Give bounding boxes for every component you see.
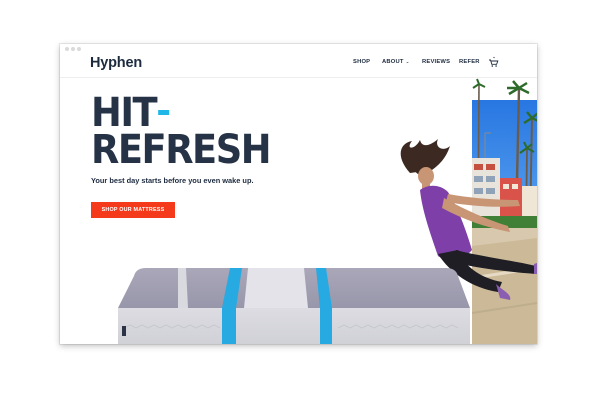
site-header: Hyphen SHOP ABOUT ⌄ REVIEWS REFER	[60, 53, 537, 78]
window-minimize-dot[interactable]	[71, 47, 75, 51]
nav-shop-link[interactable]: SHOP	[353, 59, 370, 65]
mattress-image	[118, 268, 470, 344]
window-close-dot[interactable]	[65, 47, 69, 51]
hero-headline: HIT REFRESH	[91, 93, 272, 173]
accent-dash	[158, 109, 170, 115]
nav-about-label: ABOUT	[382, 59, 404, 65]
cart-icon[interactable]	[488, 56, 499, 68]
browser-window: Hyphen SHOP ABOUT ⌄ REVIEWS REFER HIT RE…	[60, 44, 537, 344]
window-maximize-dot[interactable]	[77, 47, 81, 51]
nav-refer-link[interactable]: REFER	[459, 59, 480, 65]
nav-about-link[interactable]: ABOUT ⌄	[382, 59, 410, 65]
nav-reviews-link[interactable]: REVIEWS	[422, 59, 450, 65]
shop-our-mattress-button[interactable]: SHOP OUR MATTRESS	[91, 202, 175, 218]
hero-section: HIT REFRESH Your best day starts before …	[60, 78, 537, 344]
brand-logo[interactable]: Hyphen	[90, 55, 142, 71]
hero-subtitle: Your best day starts before you even wak…	[91, 176, 254, 185]
chevron-down-icon: ⌄	[405, 59, 410, 64]
window-titlebar	[60, 44, 537, 53]
hero-headline-line-2: REFRESH	[91, 127, 272, 173]
